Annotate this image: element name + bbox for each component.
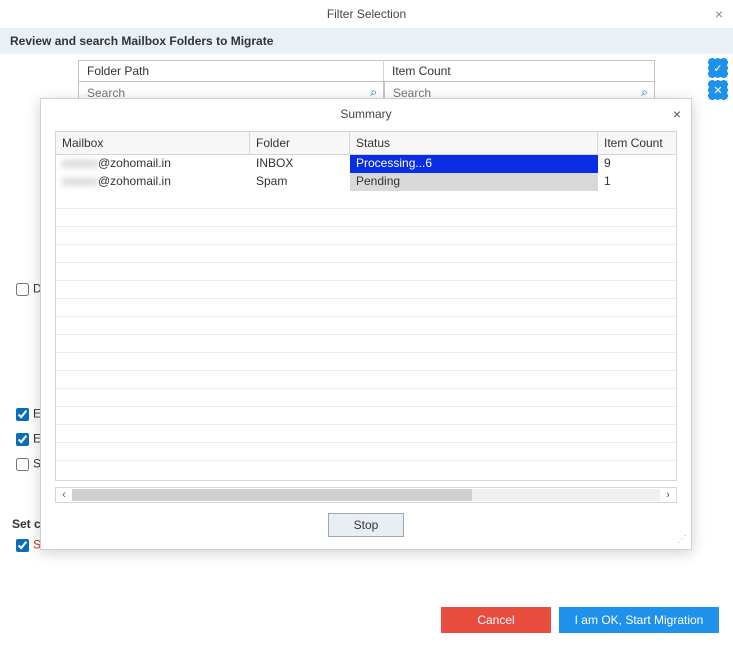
table-row bbox=[56, 209, 676, 227]
table-row bbox=[56, 317, 676, 335]
dialog-footer: Cancel I am OK, Start Migration bbox=[441, 607, 719, 633]
table-row bbox=[56, 371, 676, 389]
options-panel: D E E S bbox=[12, 280, 42, 480]
column-item-count[interactable]: Item Count bbox=[384, 61, 654, 81]
modal-title-bar: Summary × bbox=[41, 99, 691, 127]
summary-modal: Summary × Mailbox Folder Status Item Cou… bbox=[40, 98, 692, 550]
cell-item-count: 9 bbox=[598, 155, 676, 173]
scroll-right-icon[interactable]: › bbox=[660, 489, 676, 501]
table-row bbox=[56, 245, 676, 263]
table-row bbox=[56, 389, 676, 407]
column-status[interactable]: Status bbox=[350, 132, 598, 154]
option-e2[interactable]: E bbox=[12, 430, 42, 449]
option-s[interactable]: S bbox=[12, 455, 42, 474]
filter-selection-window: Filter Selection × Review and search Mai… bbox=[0, 0, 733, 647]
deselect-all-icon[interactable]: ✕ bbox=[708, 80, 728, 100]
cell-mailbox: xxxxxx@zohomail.in bbox=[56, 173, 250, 191]
scroll-left-icon[interactable]: ‹ bbox=[56, 489, 72, 501]
cell-status: Pending bbox=[350, 173, 598, 191]
table-row bbox=[56, 335, 676, 353]
option-e1[interactable]: E bbox=[12, 405, 42, 424]
column-item-count[interactable]: Item Count bbox=[598, 132, 676, 154]
table-row bbox=[56, 263, 676, 281]
table-row bbox=[56, 425, 676, 443]
set-label: Set c bbox=[12, 517, 41, 531]
column-folder[interactable]: Folder bbox=[250, 132, 350, 154]
start-migration-button[interactable]: I am OK, Start Migration bbox=[559, 607, 719, 633]
column-folder-path[interactable]: Folder Path bbox=[79, 61, 384, 81]
summary-grid: Mailbox Folder Status Item Count xxxxxx@… bbox=[55, 131, 677, 481]
modal-title: Summary bbox=[340, 107, 391, 121]
cell-item-count: 1 bbox=[598, 173, 676, 191]
folders-table-header: Folder Path Item Count bbox=[78, 60, 655, 82]
close-icon[interactable]: × bbox=[715, 6, 723, 22]
cell-status: Processing...6 bbox=[350, 155, 598, 173]
table-row bbox=[56, 299, 676, 317]
table-row[interactable]: xxxxxx@zohomail.inINBOXProcessing...69 bbox=[56, 155, 676, 173]
section-header: Review and search Mailbox Folders to Mig… bbox=[0, 28, 733, 54]
option-d[interactable]: D bbox=[12, 280, 42, 299]
option-s2[interactable]: S bbox=[12, 536, 41, 555]
scroll-thumb[interactable] bbox=[72, 489, 472, 501]
table-row bbox=[56, 407, 676, 425]
table-row bbox=[56, 227, 676, 245]
close-icon[interactable]: × bbox=[673, 106, 681, 122]
window-title: Filter Selection bbox=[327, 7, 406, 21]
selection-tool-icons: ✓ ✕ bbox=[708, 58, 728, 100]
table-row bbox=[56, 353, 676, 371]
table-row bbox=[56, 281, 676, 299]
cell-mailbox: xxxxxx@zohomail.in bbox=[56, 155, 250, 173]
table-row[interactable]: xxxxxx@zohomail.inSpamPending1 bbox=[56, 173, 676, 191]
cancel-button[interactable]: Cancel bbox=[441, 607, 551, 633]
summary-grid-body: xxxxxx@zohomail.inINBOXProcessing...69xx… bbox=[56, 155, 676, 480]
horizontal-scrollbar[interactable]: ‹ › bbox=[55, 487, 677, 503]
cell-folder: Spam bbox=[250, 173, 350, 191]
select-all-icon[interactable]: ✓ bbox=[708, 58, 728, 78]
modal-footer: Stop ⋰ bbox=[41, 503, 691, 549]
stop-button[interactable]: Stop bbox=[328, 513, 404, 537]
cell-folder: INBOX bbox=[250, 155, 350, 173]
summary-grid-header: Mailbox Folder Status Item Count bbox=[56, 132, 676, 155]
resize-grip-icon[interactable]: ⋰ bbox=[677, 534, 685, 545]
table-row bbox=[56, 191, 676, 209]
window-title-bar: Filter Selection × bbox=[0, 0, 733, 28]
table-row bbox=[56, 443, 676, 461]
column-mailbox[interactable]: Mailbox bbox=[56, 132, 250, 154]
scroll-track[interactable] bbox=[72, 489, 660, 501]
